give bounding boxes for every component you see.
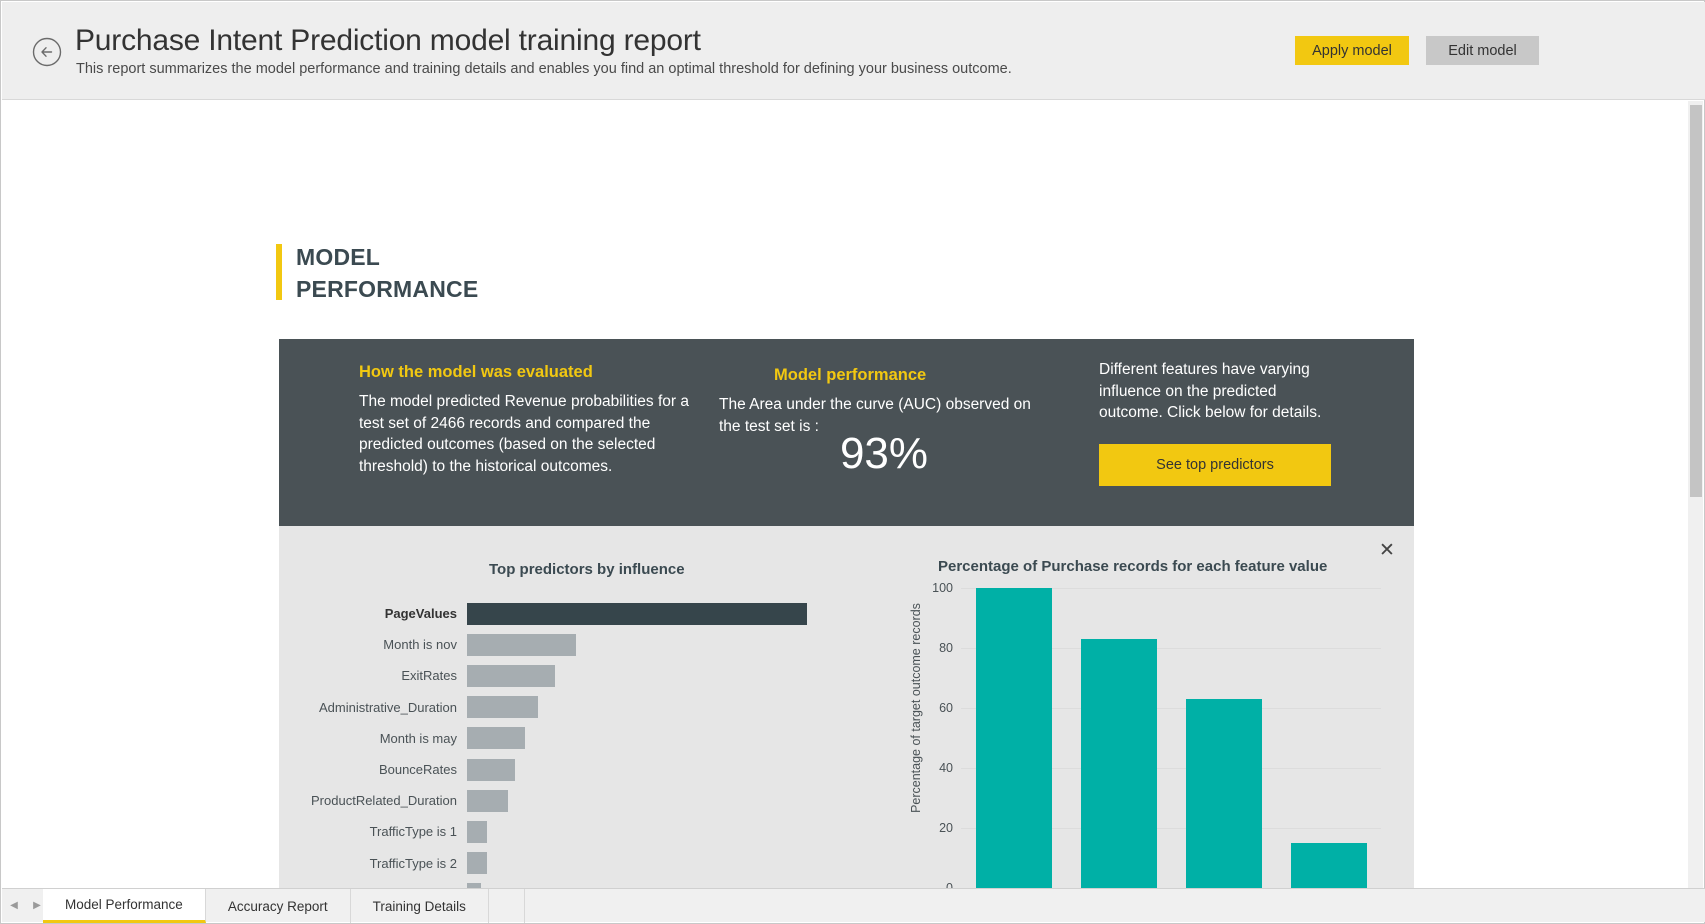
predictor-row[interactable]: Month is may bbox=[279, 723, 839, 754]
predictor-bar[interactable] bbox=[467, 852, 487, 874]
tab-training-details[interactable]: Training Details bbox=[351, 889, 489, 923]
predictor-row[interactable]: Administrative_Duration bbox=[279, 692, 839, 723]
predictor-label: Administrative_Duration bbox=[279, 700, 467, 715]
predictor-bar[interactable] bbox=[467, 759, 515, 781]
predictor-row[interactable]: TrafficType is 2 bbox=[279, 848, 839, 879]
see-top-predictors-button[interactable]: See top predictors bbox=[1099, 444, 1331, 486]
purchase-percentage-chart: Percentage of Purchase records for each … bbox=[879, 526, 1414, 891]
predictor-row[interactable]: ProductRelated_Duration bbox=[279, 785, 839, 816]
feature-value-bar[interactable] bbox=[1291, 843, 1367, 888]
page-title: Purchase Intent Prediction model trainin… bbox=[75, 24, 701, 58]
predictor-row[interactable]: PageValues bbox=[279, 598, 839, 629]
y-axis-tick: 100 bbox=[932, 581, 953, 595]
edit-model-button[interactable]: Edit model bbox=[1426, 36, 1539, 65]
section-accent-bar bbox=[276, 244, 282, 300]
model-info-panel: How the model was evaluated The model pr… bbox=[279, 339, 1414, 526]
predictor-label: Month is may bbox=[279, 731, 467, 746]
page-subtitle: This report summarizes the model perform… bbox=[76, 61, 1012, 77]
plot-area: 020406080100More than 230.3657.59 to 115… bbox=[961, 588, 1381, 888]
evaluation-text: The model predicted Revenue probabilitie… bbox=[359, 391, 689, 477]
top-predictors-chart: Top predictors by influence PageValues Mo… bbox=[279, 526, 879, 891]
predictor-row[interactable]: BounceRates bbox=[279, 754, 839, 785]
back-arrow-circle-icon[interactable] bbox=[30, 35, 64, 69]
feature-value-bar[interactable] bbox=[1081, 639, 1157, 888]
report-window: Purchase Intent Prediction model trainin… bbox=[0, 0, 1705, 924]
predictor-bar[interactable] bbox=[467, 696, 538, 718]
predictor-label: BounceRates bbox=[279, 762, 467, 777]
apply-model-button[interactable]: Apply model bbox=[1295, 36, 1409, 65]
section-title-line1: MODEL bbox=[296, 241, 478, 273]
tab-accuracy-report[interactable]: Accuracy Report bbox=[206, 889, 351, 923]
predictor-bar[interactable] bbox=[467, 665, 555, 687]
vertical-scrollbar-thumb[interactable] bbox=[1690, 105, 1702, 497]
tab-navigation: ◀ ▶ bbox=[8, 889, 43, 923]
chart-title-percentage: Percentage of Purchase records for each … bbox=[938, 558, 1327, 575]
y-axis-label: Percentage of target outcome records bbox=[909, 598, 923, 818]
charts-panel: ✕ Top predictors by influence PageValues… bbox=[279, 526, 1414, 891]
chevron-right-icon[interactable]: ▶ bbox=[31, 889, 43, 923]
feature-value-bar[interactable] bbox=[976, 588, 1052, 888]
tab-list: Model PerformanceAccuracy ReportTraining… bbox=[43, 889, 525, 923]
auc-value: 93% bbox=[719, 429, 1049, 479]
y-axis-tick: 60 bbox=[939, 701, 953, 715]
predictor-label: TrafficType is 1 bbox=[279, 824, 467, 839]
y-axis-tick: 20 bbox=[939, 821, 953, 835]
chevron-left-icon[interactable]: ◀ bbox=[8, 889, 20, 923]
section-title: MODEL PERFORMANCE bbox=[296, 241, 478, 305]
tab-spacer bbox=[489, 889, 525, 923]
predictor-row[interactable]: ExitRates bbox=[279, 660, 839, 691]
predictor-row[interactable]: TrafficType is 1 bbox=[279, 816, 839, 847]
predictor-label: ProductRelated_Duration bbox=[279, 793, 467, 808]
predictor-bar[interactable] bbox=[467, 634, 576, 656]
report-canvas: MODEL PERFORMANCE How the model was eval… bbox=[2, 101, 1687, 891]
report-header: Purchase Intent Prediction model trainin… bbox=[2, 2, 1705, 100]
feature-value-bar[interactable] bbox=[1186, 699, 1262, 888]
features-text: Different features have varying influenc… bbox=[1099, 359, 1324, 424]
chart-title-predictors: Top predictors by influence bbox=[489, 561, 685, 578]
evaluation-heading: How the model was evaluated bbox=[359, 363, 593, 382]
predictor-bar[interactable] bbox=[467, 790, 508, 812]
predictor-label: TrafficType is 2 bbox=[279, 856, 467, 871]
performance-heading: Model performance bbox=[774, 366, 926, 385]
y-axis-tick: 80 bbox=[939, 641, 953, 655]
y-axis-tick: 40 bbox=[939, 761, 953, 775]
predictor-label: PageValues bbox=[279, 606, 467, 621]
predictor-bar[interactable] bbox=[467, 821, 487, 843]
predictor-bar[interactable] bbox=[467, 727, 525, 749]
predictor-bar[interactable] bbox=[467, 603, 807, 625]
section-title-line2: PERFORMANCE bbox=[296, 273, 478, 305]
tab-model-performance[interactable]: Model Performance bbox=[43, 889, 206, 923]
predictor-row[interactable]: Month is nov bbox=[279, 629, 839, 660]
predictor-label: Month is nov bbox=[279, 637, 467, 652]
page-tab-bar: ◀ ▶ Model PerformanceAccuracy ReportTrai… bbox=[2, 888, 1705, 922]
predictor-label: ExitRates bbox=[279, 668, 467, 683]
